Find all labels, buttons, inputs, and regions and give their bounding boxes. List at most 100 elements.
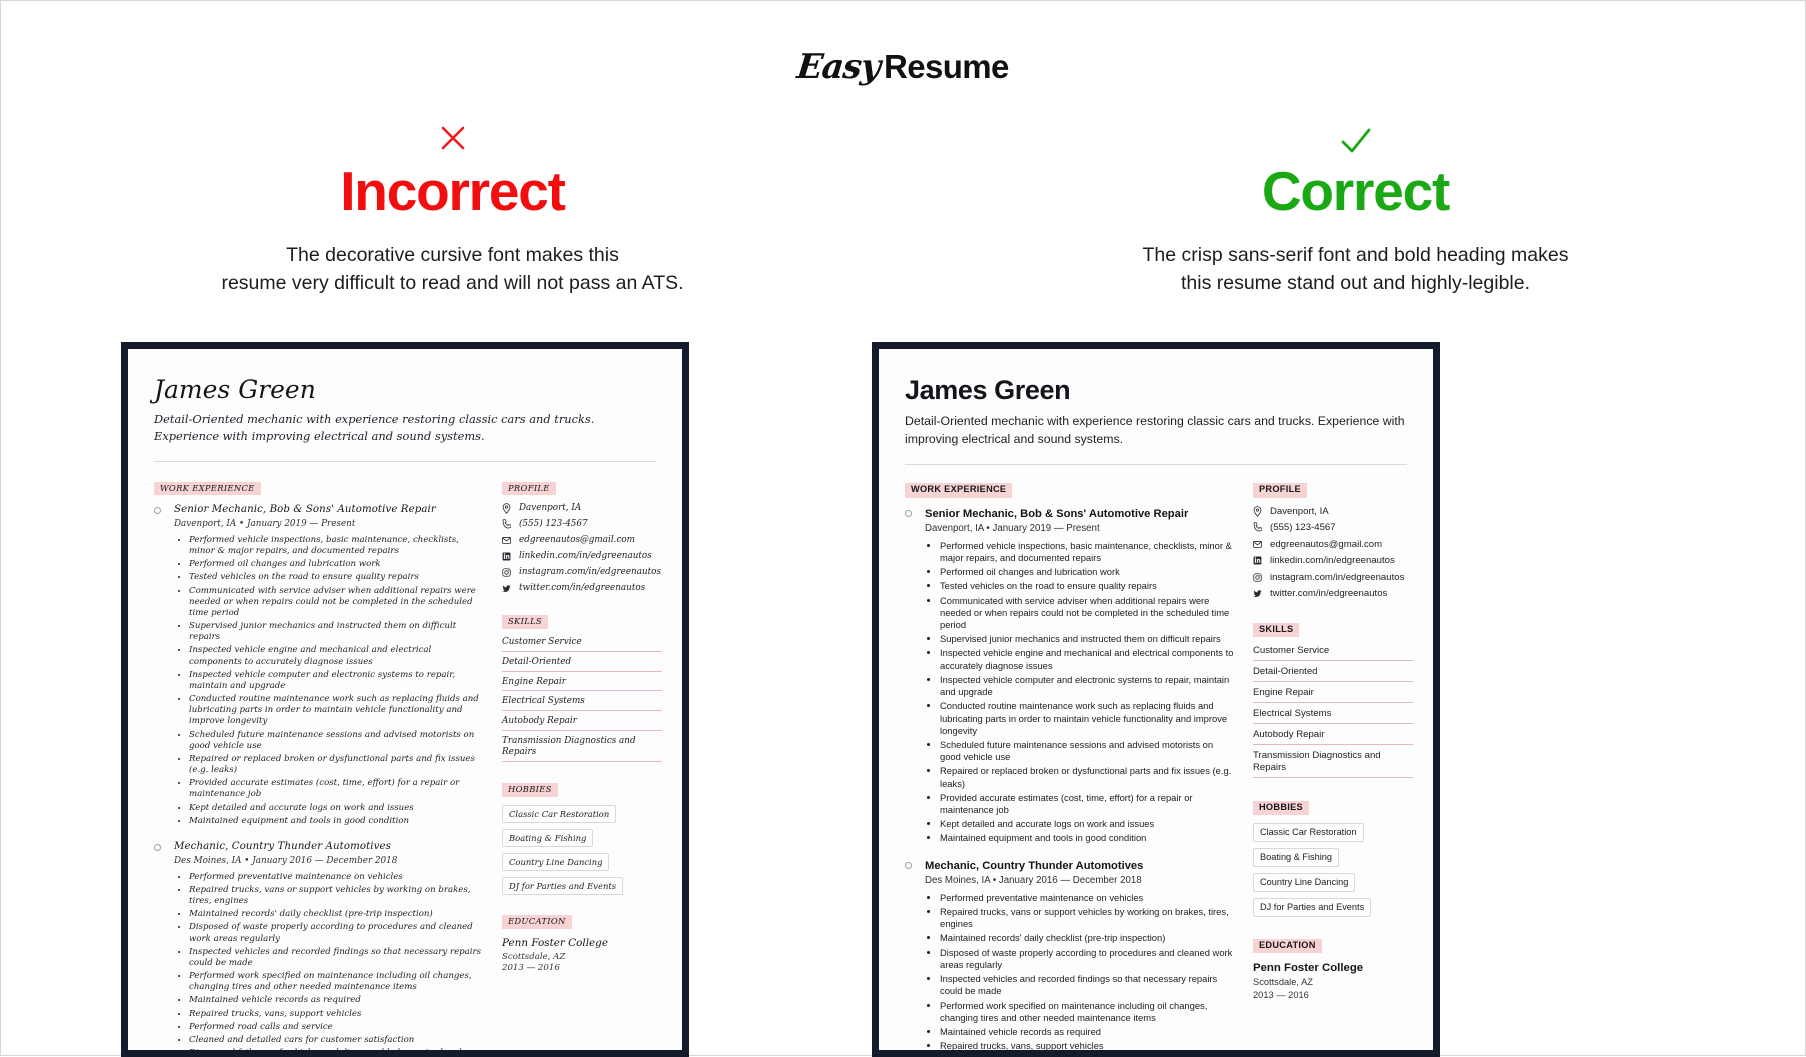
verdict-correct: Correct xyxy=(1261,160,1450,222)
resume-preview-correct[interactable]: James Green Detail-Oriented mechanic wit… xyxy=(872,342,1440,1057)
hobby-chip: Boating & Fishing xyxy=(1253,847,1340,867)
timeline-dot-icon xyxy=(905,861,912,869)
job-bullet: Performed preventative maintenance on ve… xyxy=(189,872,484,883)
job-bullet: Provided accurate estimates (cost, time,… xyxy=(189,778,484,800)
job-entry: Mechanic, Country Thunder Automotives De… xyxy=(905,859,1235,1050)
contact-linkedin: linkedin.com/in/edgreenautos xyxy=(1253,555,1413,567)
job-bullet: Conducted routine maintenance work such … xyxy=(940,700,1235,737)
hobbies-list: Classic Car Restoration Boating & Fishin… xyxy=(1253,822,1413,917)
job-entry: Senior Mechanic, Bob & Sons' Automotive … xyxy=(154,504,484,827)
panel-incorrect: Incorrect The decorative cursive font ma… xyxy=(1,1,904,1057)
resume-side-column: PROFILE Davenport, IA (555) 123-4567 edg… xyxy=(1253,479,1413,1050)
contact-value: edgreenautos@gmail.com xyxy=(1270,538,1383,550)
section-badge-skills: SKILLS xyxy=(1253,622,1300,637)
skill-item: Customer Service xyxy=(1253,645,1413,661)
job-bullet: Performed oil changes and lubrication wo… xyxy=(940,566,1235,578)
job-bullet: Cleaned and detailed cars for customer s… xyxy=(189,1035,484,1046)
job-bullet: Supervised junior mechanics and instruct… xyxy=(189,621,484,643)
timeline-dot-icon xyxy=(154,507,161,515)
section-badge-skills: SKILLS xyxy=(502,615,548,629)
phone-icon xyxy=(502,519,513,530)
job-bullet: Repaired trucks, vans, support vehicles xyxy=(940,1040,1235,1050)
job-meta: Des Moines, IA • January 2016 — December… xyxy=(925,874,1142,886)
email-icon xyxy=(1253,539,1264,550)
twitter-icon xyxy=(502,583,513,594)
job-title: Mechanic, Country Thunder Automotives xyxy=(925,859,1144,872)
job-bullet: Performed work specified on maintenance … xyxy=(189,971,484,993)
contact-linkedin: linkedin.com/in/edgreenautos xyxy=(502,551,662,562)
education-location: Scottsdale, AZ xyxy=(1253,977,1313,988)
contact-value: linkedin.com/in/edgreenautos xyxy=(1270,555,1395,567)
verdict-incorrect: Incorrect xyxy=(340,160,566,222)
job-bullet: Maintained vehicle records as required xyxy=(189,995,484,1006)
job-title: Senior Mechanic, Bob & Sons' Automotive … xyxy=(925,507,1189,520)
divider xyxy=(905,464,1407,466)
job-bullet: Inspected vehicle computer and electroni… xyxy=(940,674,1235,698)
job-bullet: Communicated with service adviser when a… xyxy=(940,595,1235,632)
job-bullet: Repaired trucks, vans or support vehicle… xyxy=(189,885,484,907)
instagram-icon xyxy=(1253,572,1264,583)
job-bullets: Performed preventative maintenance on ve… xyxy=(174,872,484,1050)
job-bullet: Scheduled future maintenance sessions an… xyxy=(940,739,1235,763)
skill-item: Autobody Repair xyxy=(1253,729,1413,745)
job-bullet: Provided accurate estimates (cost, time,… xyxy=(940,792,1235,816)
job-bullet: Inspected vehicle engine and mechanical … xyxy=(940,647,1235,671)
job-bullet: Tested vehicles on the road to ensure qu… xyxy=(189,572,484,583)
contact-email: edgreenautos@gmail.com xyxy=(502,535,662,546)
divider xyxy=(154,460,656,462)
contact-value: Davenport, IA xyxy=(519,503,582,514)
check-icon xyxy=(904,119,1806,157)
contact-value: linkedin.com/in/edgreenautos xyxy=(519,551,652,562)
job-meta: Davenport, IA • January 2019 — Present xyxy=(925,522,1100,534)
resume-summary: Detail-Oriented mechanic with experience… xyxy=(905,413,1405,446)
section-badge-hobbies: HOBBIES xyxy=(502,783,558,797)
job-bullet: Maintained records' daily checklist (pre… xyxy=(940,932,1235,944)
contact-phone: (555) 123-4567 xyxy=(1253,522,1413,534)
job-bullet: Performed work specified on maintenance … xyxy=(940,1000,1235,1024)
contact-instagram: instagram.com/in/edgreenautos xyxy=(502,567,662,578)
job-bullet: Repaired or replaced broken or dysfuncti… xyxy=(940,765,1235,789)
job-bullet: Maintained equipment and tools in good c… xyxy=(189,816,484,827)
linkedin-icon xyxy=(1253,555,1264,566)
contact-email: edgreenautos@gmail.com xyxy=(1253,539,1413,551)
contact-value: Davenport, IA xyxy=(1270,505,1329,517)
caption-line-2: resume very difficult to read and will n… xyxy=(221,272,684,295)
job-entry: Mechanic, Country Thunder Automotives De… xyxy=(154,840,484,1050)
caption-correct: The crisp sans-serif font and bold headi… xyxy=(904,241,1806,298)
job-bullet: Supervised junior mechanics and instruct… xyxy=(940,633,1235,645)
section-badge-hobbies: HOBBIES xyxy=(1253,800,1309,815)
job-bullet: Performed vehicle inspections, basic mai… xyxy=(189,535,484,557)
skill-item: Engine Repair xyxy=(502,677,662,692)
job-bullet: Maintained vehicle records as required xyxy=(940,1026,1235,1038)
job-bullet: Performed road calls and service xyxy=(189,1022,484,1033)
job-bullet: Scheduled future maintenance sessions an… xyxy=(189,730,484,752)
job-bullet: Repaired trucks, vans or support vehicle… xyxy=(940,906,1235,930)
contact-location: Davenport, IA xyxy=(1253,506,1413,518)
skill-item: Detail-Oriented xyxy=(1253,666,1413,682)
contact-value: twitter.com/in/edgreenautos xyxy=(1270,588,1388,600)
panel-correct: Correct The crisp sans-serif font and bo… xyxy=(872,1,1806,1057)
job-bullet: Performed oil changes and lubrication wo… xyxy=(189,559,484,570)
resume-side-column: PROFILE Davenport, IA (555) 123-4567 edg… xyxy=(502,476,662,1050)
caption-incorrect: The decorative cursive font makes this r… xyxy=(1,241,904,298)
job-bullet: Disposed of waste properly according to … xyxy=(189,922,484,944)
hobby-chip: Classic Car Restoration xyxy=(502,804,617,823)
resume-preview-incorrect[interactable]: James Green Detail-Oriented mechanic wit… xyxy=(121,342,689,1057)
job-bullet: Inspected vehicles and recorded findings… xyxy=(189,947,484,969)
job-entry: Senior Mechanic, Bob & Sons' Automotive … xyxy=(905,507,1235,845)
job-bullet: Inspected vehicles and recorded findings… xyxy=(940,973,1235,997)
job-title: Mechanic, Country Thunder Automotives xyxy=(174,840,391,852)
job-bullet: Performed preventative maintenance on ve… xyxy=(940,892,1235,904)
job-bullet: Kept detailed and accurate logs on work … xyxy=(189,803,484,814)
job-bullet: Inspected vehicle computer and electroni… xyxy=(189,670,484,692)
job-bullet: Communicated with service adviser when a… xyxy=(189,586,484,620)
job-bullet: Disposed of waste properly according to … xyxy=(940,947,1235,971)
education-school: Penn Foster College xyxy=(1253,962,1364,975)
skill-item: Transmission Diagnostics and Repairs xyxy=(502,736,662,763)
job-bullet: Maintained equipment and tools in good c… xyxy=(940,832,1235,844)
contact-twitter: twitter.com/in/edgreenautos xyxy=(1253,588,1413,600)
timeline-dot-icon xyxy=(905,509,912,517)
skill-item: Autobody Repair xyxy=(502,716,662,732)
job-bullet: Performed vehicle inspections, basic mai… xyxy=(940,540,1235,564)
contact-phone: (555) 123-4567 xyxy=(502,519,662,530)
